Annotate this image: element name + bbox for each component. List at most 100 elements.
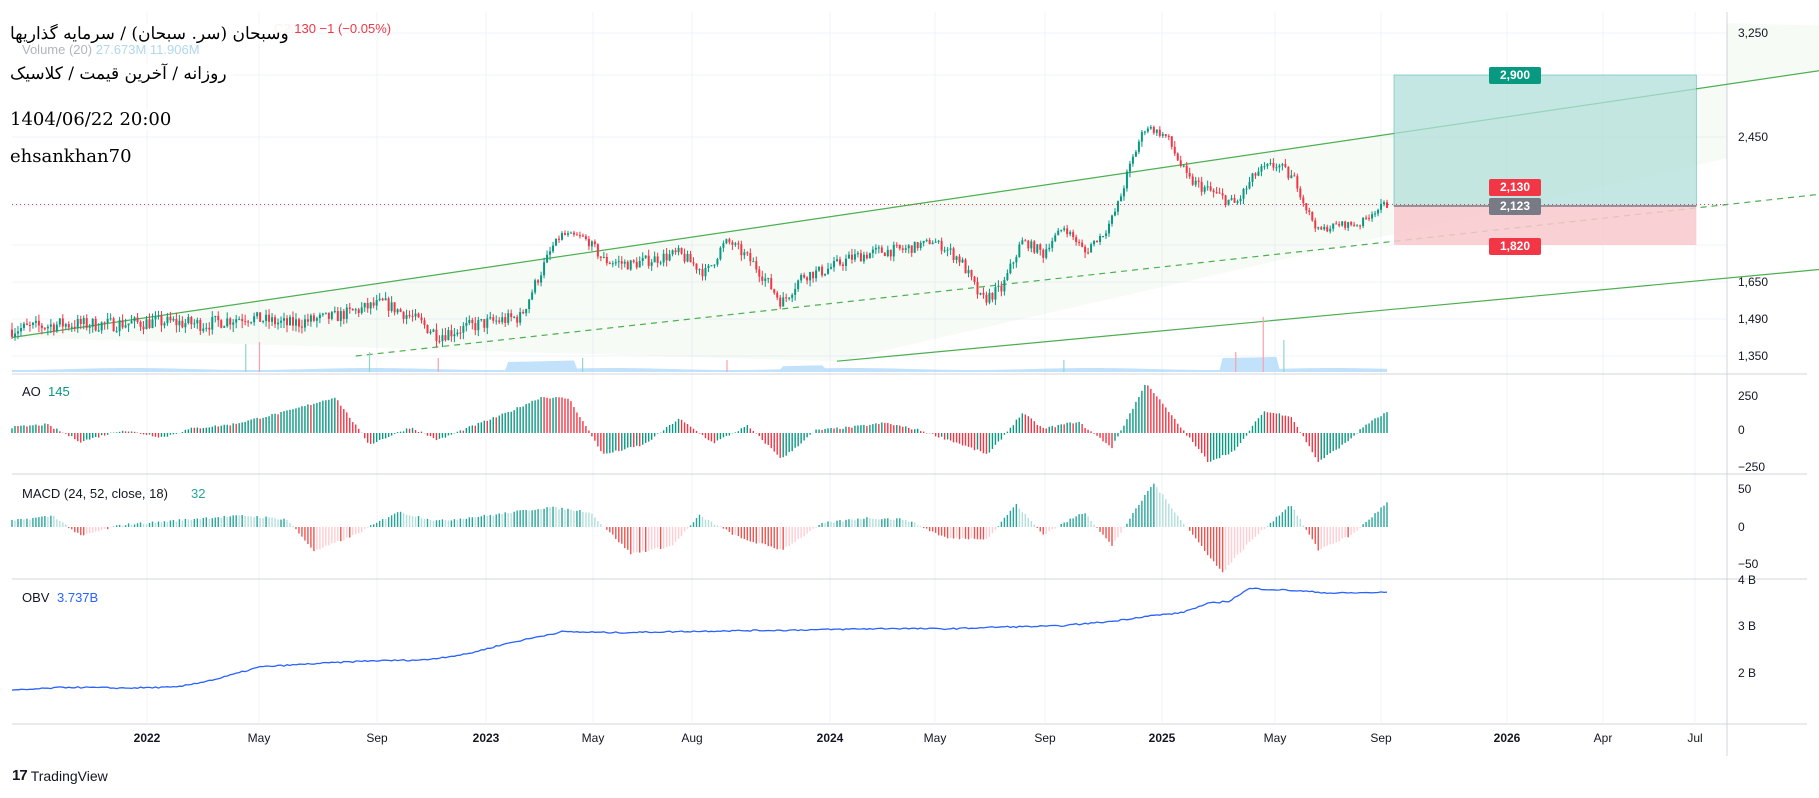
candle-body [650,262,653,266]
candle-body [103,322,106,324]
candle-body [868,253,871,259]
stop-zone [1394,206,1697,245]
ao-tick-label: 0 [1738,423,1745,437]
candle-body [1263,166,1266,168]
candle-body [145,319,148,330]
candle-body [1266,163,1269,167]
candle-body [345,307,348,319]
obv-title: OBV [22,590,50,605]
candle-body [121,320,124,328]
candle-body [1039,244,1042,250]
candle-body [1140,132,1143,142]
candle-body [1021,240,1024,245]
candle-body [1248,181,1251,189]
candle-body [1203,187,1206,192]
candle-body [223,326,226,328]
obv-tick-label: 4 B [1738,573,1756,587]
candle-body [886,249,889,257]
volume-area [12,356,1387,372]
candle-body [259,312,262,322]
candle-body [423,320,426,325]
candle-body [668,254,671,261]
candle-body [910,245,913,253]
candle-body [677,247,680,253]
candle-body [1293,175,1296,177]
time-tick-label: 2022 [134,731,161,745]
candle-body [1209,186,1212,191]
candle-body [115,331,118,333]
candle-body [546,254,549,263]
ao-tick-label: −250 [1738,460,1765,474]
candle-body [1075,237,1078,243]
tradingview-brand[interactable]: 17 TradingView [12,767,108,784]
candle-body [937,240,940,242]
candle-body [217,315,220,321]
candle-body [871,249,874,254]
candle-body [1182,165,1185,167]
candle-body [513,316,516,318]
candle-body [169,316,172,321]
candle-body [432,329,435,332]
time-tick-label: May [924,731,947,745]
candle-body [336,311,339,322]
candle-body [357,309,360,314]
obv-tick-label: 2 B [1738,666,1756,680]
candle-body [1006,273,1009,281]
candle-body [725,239,728,244]
candle-body [148,319,151,328]
candle-body [462,325,465,333]
candle-body [1087,252,1090,254]
candle-body [1149,127,1152,129]
candle-body [163,323,166,326]
candle-body [964,259,967,274]
candle-body [157,315,160,317]
candle-body [997,285,1000,288]
candle-body [1122,188,1125,197]
candle-body [166,316,169,324]
candle-body [417,313,420,318]
candle-body [584,236,587,240]
macd-last-value: 32 [191,486,205,501]
chart-datetime: 1404/06/22 20:00 [4,109,178,130]
candle-body [136,317,139,322]
candle-body [1188,172,1191,177]
candle-body [297,319,300,327]
candle-body [300,326,303,328]
candle-body [256,312,259,317]
candle-body [659,262,662,264]
candle-body [262,320,265,322]
candle-body [1197,180,1200,182]
candle-body [1003,280,1006,292]
chart-canvas[interactable]: 3,250 2,450 1,650 1,490 1,350 250 0 −250 50 0 −50 4… [0,0,1819,798]
candle-body [1030,241,1033,249]
candle-body [1125,171,1128,189]
price-tick-label: 2,450 [1738,130,1768,144]
chart-subtitle: روزانه / آخرین قیمت / کلاسیک [4,64,233,84]
candle-body [779,297,782,307]
candle-body [28,324,31,326]
candle-body [599,256,602,258]
candle-body [324,312,327,314]
candle-body [271,317,274,322]
candle-body [961,259,964,263]
candle-body [602,256,605,258]
candle-body [339,311,342,322]
candle-body [1353,224,1356,226]
candle-body [486,318,489,328]
candle-body [534,280,537,293]
candle-body [1317,227,1320,229]
candle-body [734,243,737,245]
candle-body [575,234,578,236]
candle-body [629,260,632,270]
candle-body [1311,211,1314,221]
time-tick-label: May [582,731,605,745]
candle-body [611,263,614,265]
indicator-legends: AO 145 MACD (24, 52, close, 18) 32 OBV 3.737B [22,384,205,605]
macd-histogram [11,483,1388,573]
obv-last-value: 3.737B [57,590,98,605]
candle-body [372,302,375,306]
candle-body [142,326,145,330]
candle-body [1374,213,1377,215]
candle-body [1269,162,1272,164]
candle-body [64,324,67,327]
